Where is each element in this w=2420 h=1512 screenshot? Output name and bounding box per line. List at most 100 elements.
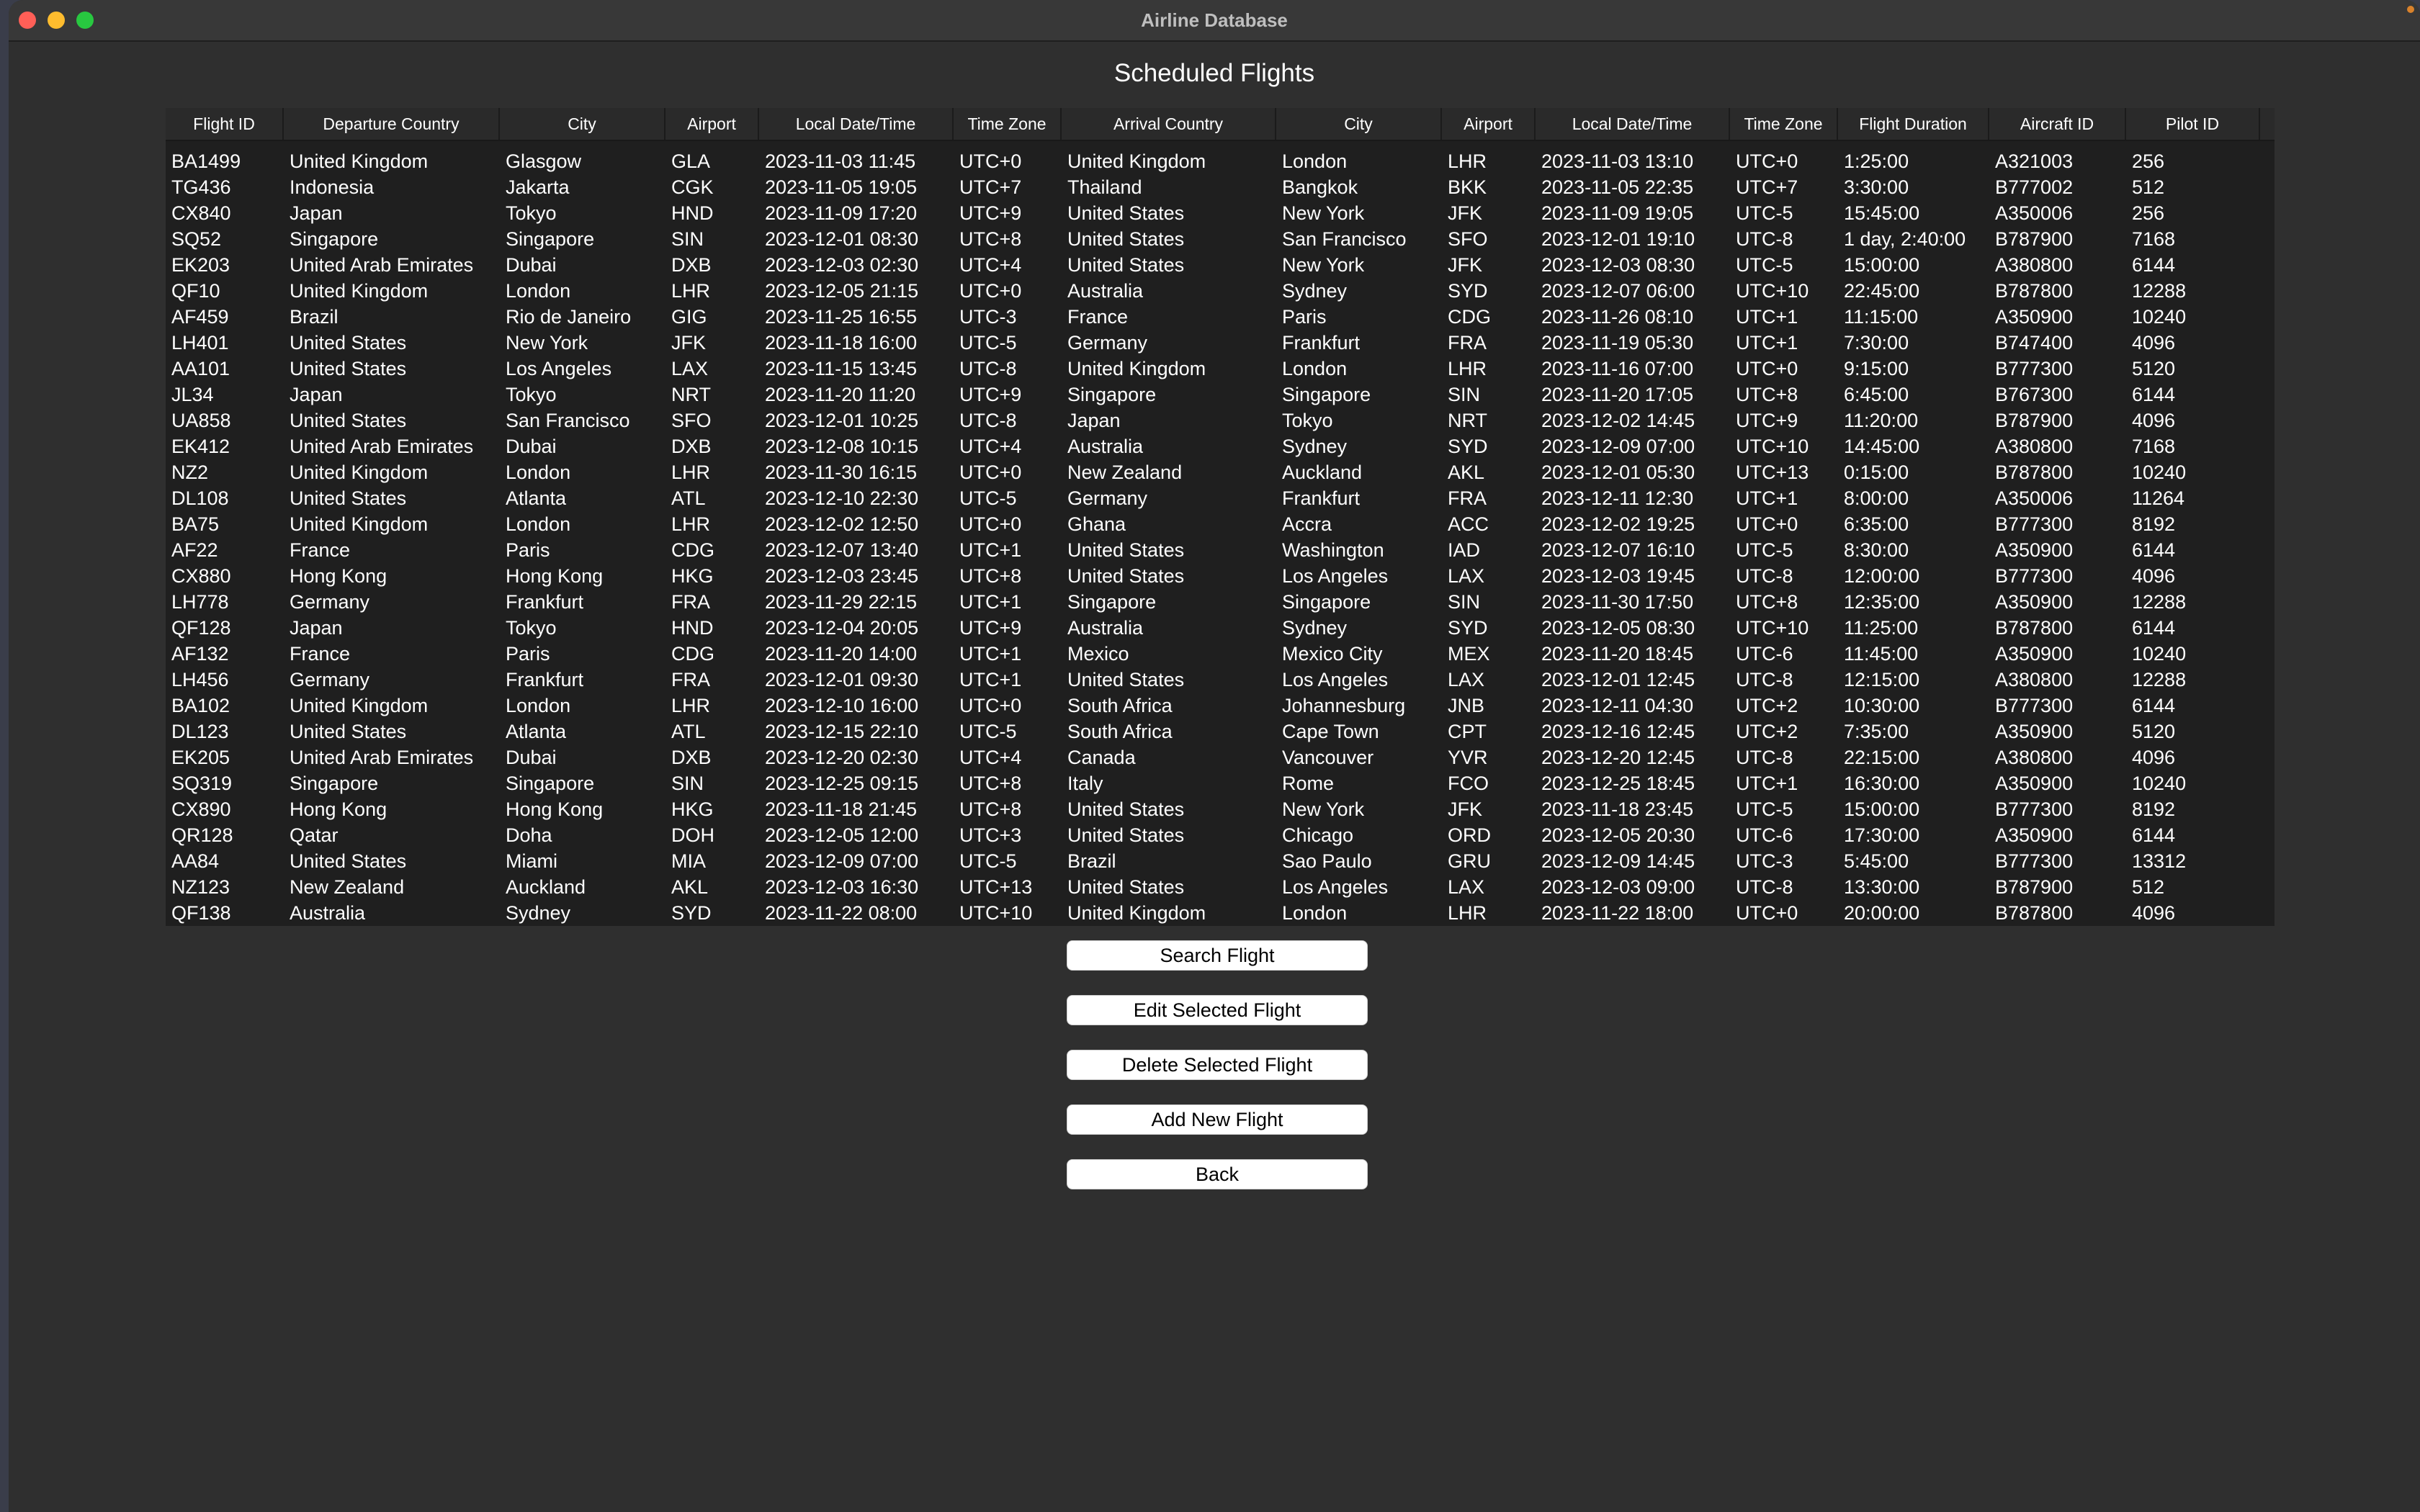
table-row[interactable]: CX840 Japan Tokyo HND 2023-11-09 17:20 UTC+9 U… — [166, 200, 2275, 226]
table-cell: Hong Kong — [290, 565, 387, 587]
table-row[interactable]: EK412 United Arab Emirates Dubai DXB 2023-12… — [166, 433, 2275, 459]
table-cell: B787900 — [1995, 410, 2074, 431]
table-cell: Mexico — [1067, 643, 1129, 665]
table-row[interactable]: LH401 United States New York JFK 2023-11-18 … — [166, 330, 2275, 356]
table-row[interactable]: CX890 Hong Kong Hong Kong HKG 2023-11-18 21:… — [166, 796, 2275, 822]
table-row[interactable]: QF128 Japan Tokyo HND 2023-12-04 20:05 UTC+9 A… — [166, 615, 2275, 641]
table-row[interactable]: NZ2 United Kingdom London LHR 2023-11-30 16:… — [166, 459, 2275, 485]
table-cell: UTC+0 — [959, 280, 1022, 302]
table-cell: 7:35:00 — [1844, 721, 1909, 742]
table-cell: United Arab Emirates — [290, 747, 474, 768]
table-row[interactable]: SQ319 Singapore Singapore SIN 2023-12-25 09:… — [166, 770, 2275, 796]
table-cell: FRA — [1448, 332, 1487, 354]
column-header[interactable]: Flight ID — [166, 108, 284, 140]
table-row[interactable]: EK205 United Arab Emirates Dubai DXB 2023-12… — [166, 744, 2275, 770]
table-cell: JNB — [1448, 695, 1485, 716]
column-header[interactable]: Airport — [666, 108, 759, 140]
table-cell: Sydney — [1282, 280, 1348, 302]
column-header[interactable]: Aircraft ID — [1989, 108, 2126, 140]
table-cell: Japan — [1067, 410, 1121, 431]
table-cell: 2023-11-03 11:45 — [765, 150, 916, 172]
column-header[interactable]: Flight Duration — [1838, 108, 1989, 140]
table-cell: UTC+1 — [959, 539, 1022, 561]
table-cell: 6:35:00 — [1844, 513, 1909, 535]
table-cell: UTC+1 — [1736, 306, 1798, 328]
table-cell: Tokyo — [506, 202, 557, 224]
table-cell: NZ123 — [171, 876, 230, 898]
table-row[interactable]: UA858 United States San Francisco SFO 2023-1… — [166, 408, 2275, 433]
table-row[interactable]: LH778 Germany Frankfurt FRA 2023-11-29 22:15… — [166, 589, 2275, 615]
table-row[interactable]: JL34 Japan Tokyo NRT 2023-11-20 11:20 UTC+9 Si… — [166, 382, 2275, 408]
table-row[interactable]: LH456 Germany Frankfurt FRA 2023-12-01 09:30… — [166, 667, 2275, 693]
back-button[interactable]: Back — [1067, 1159, 1368, 1189]
table-cell: CX890 — [171, 798, 231, 820]
table-cell: UTC+9 — [959, 384, 1022, 405]
column-header[interactable]: Time Zone — [954, 108, 1062, 140]
window-title: Airline Database — [1141, 9, 1288, 31]
table-cell: 6144 — [2132, 617, 2176, 639]
column-header[interactable]: City — [500, 108, 666, 140]
delete-selected-flight-button[interactable]: Delete Selected Flight — [1067, 1050, 1368, 1080]
column-header[interactable]: Pilot ID — [2126, 108, 2260, 140]
table-cell: SQ319 — [171, 773, 233, 794]
table-cell: 2023-11-09 19:05 — [1541, 202, 1694, 224]
table-row[interactable]: CX880 Hong Kong Hong Kong HKG 2023-12-03 23:… — [166, 563, 2275, 589]
table-cell: CDG — [1448, 306, 1491, 328]
table-cell: UTC+9 — [959, 617, 1022, 639]
table-cell: 2023-12-03 02:30 — [765, 254, 919, 276]
table-row[interactable]: BA1499 United Kingdom Glasgow GLA 2023-11-03… — [166, 148, 2275, 174]
table-row[interactable]: AF22 France Paris CDG 2023-12-07 13:40 UTC+1 U… — [166, 537, 2275, 563]
edit-selected-flight-button[interactable]: Edit Selected Flight — [1067, 995, 1368, 1025]
table-cell: Paris — [506, 643, 550, 665]
search-flight-button[interactable]: Search Flight — [1067, 940, 1368, 971]
table-row[interactable]: AA84 United States Miami MIA 2023-12-09 07:0… — [166, 848, 2275, 874]
table-row[interactable]: QF138 Australia Sydney SYD 2023-11-22 08:00 U… — [166, 900, 2275, 926]
table-cell: United Arab Emirates — [290, 254, 474, 276]
add-new-flight-button[interactable]: Add New Flight — [1067, 1104, 1368, 1135]
table-row[interactable]: TG436 Indonesia Jakarta CGK 2023-11-05 19:05… — [166, 174, 2275, 200]
table-cell: UTC+1 — [1736, 332, 1798, 354]
table-cell: B777300 — [1995, 565, 2074, 587]
table-cell: GIG — [671, 306, 707, 328]
table-row[interactable]: AF459 Brazil Rio de Janeiro GIG 2023-11-25 1… — [166, 304, 2275, 330]
table-row[interactable]: BA102 United Kingdom London LHR 2023-12-10 1… — [166, 693, 2275, 719]
table-row[interactable]: DL123 United States Atlanta ATL 2023-12-15 2… — [166, 719, 2275, 744]
table-cell: A350900 — [1995, 591, 2074, 613]
table-cell: UTC-8 — [959, 358, 1017, 379]
table-row[interactable]: QR128 Qatar Doha DOH 2023-12-05 12:00 UTC+3 Un… — [166, 822, 2275, 848]
column-header[interactable]: Local Date/Time — [1536, 108, 1730, 140]
table-cell: A350900 — [1995, 773, 2074, 794]
table-cell: EK203 — [171, 254, 230, 276]
table-cell: Singapore — [290, 228, 379, 250]
table-cell: Los Angeles — [1282, 876, 1389, 898]
table-row[interactable]: AA101 United States Los Angeles LAX 2023-11-… — [166, 356, 2275, 382]
column-header[interactable]: Local Date/Time — [759, 108, 954, 140]
column-header[interactable]: Time Zone — [1730, 108, 1838, 140]
table-row[interactable]: EK203 United Arab Emirates Dubai DXB 2023-12… — [166, 252, 2275, 278]
table-cell: Frankfurt — [1282, 332, 1361, 354]
table-cell: B777002 — [1995, 176, 2074, 198]
table-cell: A350006 — [1995, 487, 2074, 509]
table-cell: London — [506, 695, 571, 716]
table-row[interactable]: BA75 United Kingdom London LHR 2023-12-02 12… — [166, 511, 2275, 537]
table-cell: Canada — [1067, 747, 1136, 768]
table-cell: A350900 — [1995, 539, 2074, 561]
table-cell: Tokyo — [506, 617, 557, 639]
column-header[interactable]: City — [1276, 108, 1442, 140]
table-row[interactable]: AF132 France Paris CDG 2023-11-20 14:00 UTC+1… — [166, 641, 2275, 667]
table-cell: Germany — [1067, 487, 1148, 509]
table-cell: United Kingdom — [1067, 358, 1206, 379]
table-row[interactable]: SQ52 Singapore Singapore SIN 2023-12-01 08:3… — [166, 226, 2275, 252]
table-cell: 2023-11-19 05:30 — [1541, 332, 1694, 354]
table-cell: UTC+4 — [959, 254, 1022, 276]
table-row[interactable]: NZ123 New Zealand Auckland AKL 2023-12-03 16… — [166, 874, 2275, 900]
column-header[interactable]: Departure Country — [284, 108, 500, 140]
table-cell: San Francisco — [1282, 228, 1407, 250]
table-cell: 4096 — [2132, 902, 2176, 924]
flights-table[interactable]: Flight ID Departure Country City Airport Loc… — [166, 108, 2275, 926]
table-cell: Australia — [1067, 436, 1144, 457]
column-header[interactable]: Airport — [1442, 108, 1536, 140]
table-row[interactable]: QF10 United Kingdom London LHR 2023-12-05 21… — [166, 278, 2275, 304]
table-row[interactable]: DL108 United States Atlanta ATL 2023-12-10 2… — [166, 485, 2275, 511]
column-header[interactable]: Arrival Country — [1062, 108, 1276, 140]
